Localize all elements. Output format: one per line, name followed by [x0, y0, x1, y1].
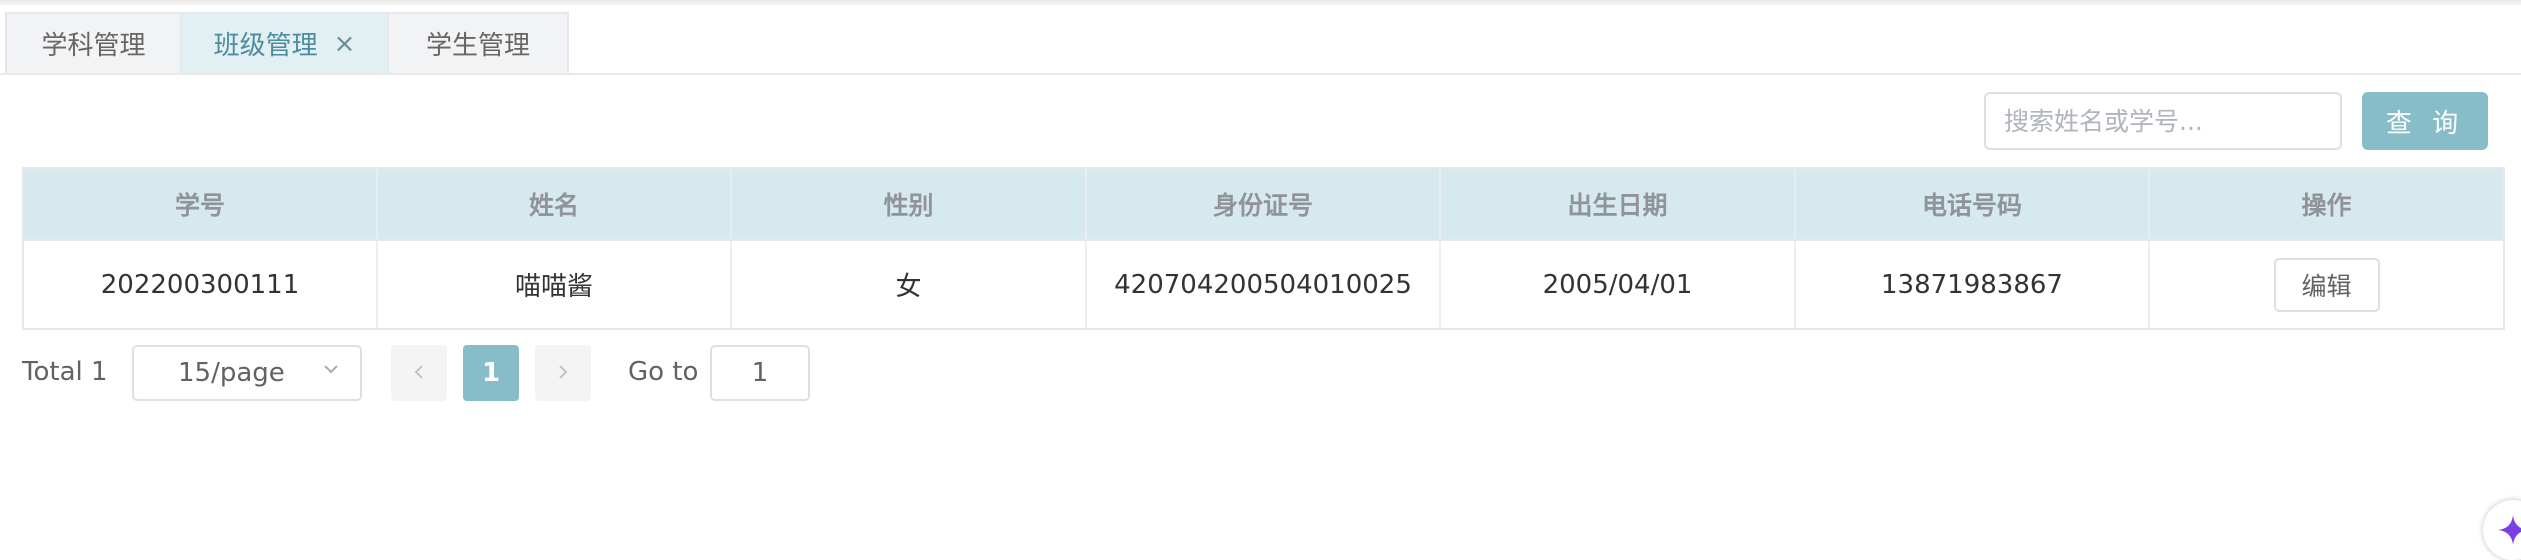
table-header: 学号 姓名 性别 身份证号 出生日期 电话号码 操作 — [24, 169, 2503, 239]
cell-student-id: 202200300111 — [24, 241, 378, 328]
query-button[interactable]: 查 询 — [2362, 92, 2488, 150]
column-header-gender[interactable]: 性别 — [732, 169, 1087, 239]
cell-phone: 13871983867 — [1796, 241, 2150, 328]
prev-page-button[interactable] — [391, 345, 447, 401]
cell-id-card: 420704200504010025 — [1087, 241, 1441, 328]
table-row: 202200300111 喵喵酱 女 420704200504010025 20… — [24, 239, 2503, 328]
tab-label: 班级管理 — [213, 31, 318, 61]
column-header-student-id[interactable]: 学号 — [24, 169, 378, 239]
cell-birth-date: 2005/04/01 — [1441, 241, 1796, 328]
close-icon[interactable]: × — [334, 29, 356, 59]
page-size-select[interactable]: 15/page — [132, 345, 362, 401]
student-table: 学号 姓名 性别 身份证号 出生日期 电话号码 操作 202200300111 … — [22, 167, 2505, 330]
tab-student-management[interactable]: 学生管理 — [387, 12, 569, 73]
edit-button[interactable]: 编辑 — [2273, 257, 2380, 312]
chevron-left-icon — [410, 358, 428, 388]
next-page-button[interactable] — [535, 345, 591, 401]
page-number-current[interactable]: 1 — [463, 345, 519, 401]
column-header-name[interactable]: 姓名 — [378, 169, 732, 239]
cell-name: 喵喵酱 — [378, 241, 732, 328]
chevron-right-icon — [554, 358, 572, 388]
cell-gender: 女 — [732, 241, 1087, 328]
sparkle-icon[interactable] — [2483, 500, 2521, 560]
tab-label: 学科管理 — [41, 31, 146, 61]
cell-action: 编辑 — [2150, 241, 2503, 328]
goto-label: Go to — [628, 357, 699, 387]
total-count: Total 1 — [22, 357, 108, 387]
search-input[interactable] — [1984, 92, 2342, 150]
goto-page-input[interactable] — [710, 345, 810, 401]
column-header-id-card[interactable]: 身份证号 — [1087, 169, 1441, 239]
tab-subject-management[interactable]: 学科管理 — [5, 12, 182, 73]
chevron-down-icon — [322, 359, 340, 384]
pagination: Total 1 15/page 1 Go to — [22, 345, 922, 401]
column-header-phone[interactable]: 电话号码 — [1796, 169, 2150, 239]
column-header-action: 操作 — [2301, 191, 2352, 220]
tab-bar: 学科管理 班级管理 × 学生管理 — [0, 5, 2521, 75]
tab-label: 学生管理 — [425, 31, 530, 61]
tab-class-management[interactable]: 班级管理 × — [180, 12, 389, 73]
page-size-value: 15/page — [178, 358, 285, 388]
column-header-birth-date[interactable]: 出生日期 — [1441, 169, 1796, 239]
